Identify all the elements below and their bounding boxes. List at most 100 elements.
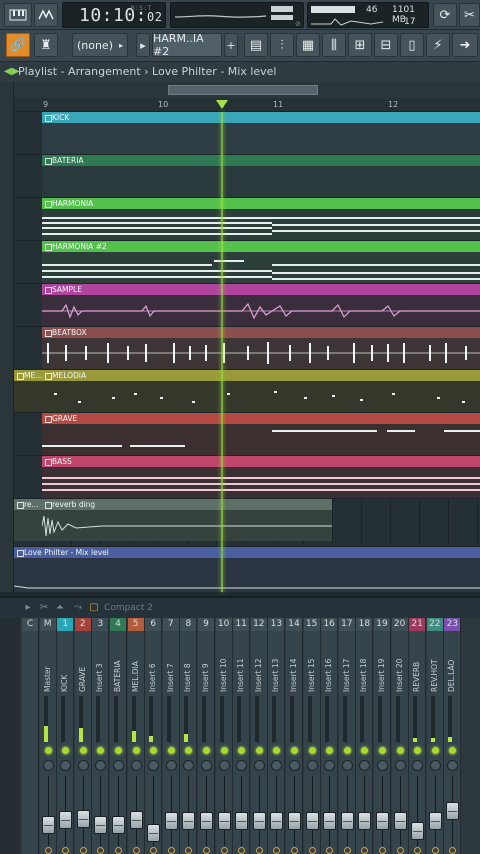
route-icon[interactable] [132, 847, 140, 854]
track-kick[interactable]: KICK [14, 112, 480, 155]
volume-fader[interactable] [323, 812, 337, 830]
route-icon[interactable] [343, 847, 351, 854]
timeline-ruler[interactable]: 9 10 11 12 [14, 98, 480, 112]
playlist-icon[interactable]: ▤ [244, 33, 268, 57]
enable-switch[interactable] [203, 747, 210, 754]
enable-switch[interactable] [62, 747, 70, 754]
route-icon[interactable] [414, 847, 422, 854]
mixer-strip-11[interactable]: 11 Insert 11 [233, 618, 251, 854]
mixer-strip-15[interactable]: 15 Insert 15 [303, 618, 321, 854]
enable-switch[interactable] [115, 747, 122, 754]
track-bateria[interactable]: BATERIA [14, 155, 480, 198]
pan-knob[interactable] [359, 760, 371, 771]
piano-roll-icon[interactable]: ⫶ [270, 33, 294, 57]
route-icon[interactable] [361, 847, 369, 854]
mixer-tools-icon[interactable]: ✂ [38, 602, 50, 614]
enable-switch[interactable] [361, 747, 369, 754]
enable-switch[interactable] [431, 747, 439, 754]
playlist-title-bar[interactable]: ◀▶ Playlist - Arrangement › Love Philter… [0, 62, 480, 82]
enable-switch[interactable] [291, 747, 298, 754]
volume-fader[interactable] [129, 811, 143, 829]
route-icon[interactable] [150, 847, 158, 854]
clip-beatbox[interactable]: BEATBOX [42, 327, 480, 369]
mixer-strip-17[interactable]: 17 Insert 17 [338, 618, 356, 854]
playlist-tracks[interactable]: KICK BATERIA HARMONIA HARMONIA #2 SAMPLE… [14, 112, 480, 592]
pan-knob[interactable] [113, 760, 124, 771]
clip-harmonia[interactable]: HARMONIA [42, 198, 480, 240]
mixer-strip-6[interactable]: 6 Insert 6 [145, 618, 163, 854]
pan-knob[interactable] [377, 760, 388, 771]
keyboard-icon[interactable] [4, 3, 32, 27]
enable-switch[interactable] [132, 747, 140, 754]
pan-knob[interactable] [324, 760, 336, 771]
mixer-strip-22[interactable]: 22 REV.HOT [426, 618, 444, 854]
reset-icon[interactable]: ⟳ [433, 3, 457, 27]
enable-switch[interactable] [343, 747, 351, 754]
pan-knob[interactable] [306, 760, 318, 771]
pattern-select[interactable]: (none) ▸ [72, 33, 128, 57]
route-icon[interactable] [308, 847, 316, 854]
pan-knob[interactable] [412, 760, 424, 771]
volume-fader[interactable] [411, 822, 425, 840]
track-harmonia[interactable]: HARMONIA [14, 198, 480, 241]
pan-knob[interactable] [218, 760, 230, 771]
mixer-strip-19[interactable]: 19 Insert 19 [374, 618, 391, 854]
track-melodia[interactable]: ME... MELODIA [14, 370, 480, 413]
mixer-strip-m[interactable]: M Master [39, 618, 57, 854]
stamp-icon[interactable]: ♜ [34, 33, 58, 57]
volume-fader[interactable] [305, 812, 319, 830]
pan-knob[interactable] [148, 760, 160, 771]
volume-fader[interactable] [446, 802, 460, 820]
route-icon[interactable] [431, 847, 439, 854]
volume-fader[interactable] [41, 816, 55, 834]
volume-fader[interactable] [270, 812, 284, 830]
add-pattern-button[interactable]: + [224, 33, 238, 57]
mixer-strip-18[interactable]: 18 Insert 18 [356, 618, 374, 854]
enable-switch[interactable] [238, 747, 246, 754]
route-icon[interactable] [326, 847, 334, 854]
mixer-up-icon[interactable]: ⏶ [54, 602, 66, 614]
browser-icon[interactable]: ⊞ [348, 33, 372, 57]
volume-fader[interactable] [200, 812, 213, 830]
clip-sample[interactable]: SAMPLE [42, 284, 480, 326]
clip-automation[interactable]: Love Philter - Mix level [14, 547, 480, 592]
pan-knob[interactable] [271, 760, 283, 771]
song-time-display[interactable]: B:S:T 10:10:02 [62, 2, 166, 28]
channel-rack-icon[interactable]: ▦ [296, 33, 320, 57]
mixer-strip-4[interactable]: 4 BATERIA [110, 618, 127, 854]
track-beatbox[interactable]: BEATBOX [14, 327, 480, 370]
arrangement-overview[interactable] [0, 82, 480, 98]
mixer-preset-label[interactable]: Compact 2 [104, 603, 153, 613]
pattern-arrow-icon[interactable]: ▸ [136, 33, 150, 57]
mixer-arrow-icon[interactable]: ▸ [22, 602, 34, 614]
route-icon[interactable] [220, 847, 228, 854]
pan-knob[interactable] [165, 760, 177, 771]
project-icon[interactable]: ⊟ [374, 33, 398, 57]
mixer-icon[interactable]: ⫼ [322, 33, 346, 57]
render-icon[interactable]: ➜ [452, 33, 478, 57]
route-icon[interactable] [167, 847, 175, 854]
clip-kick[interactable]: KICK [42, 112, 480, 154]
volume-fader[interactable] [428, 812, 442, 830]
mixer-strip-5[interactable]: 5 MEL.DIA [127, 618, 145, 854]
clip-bateria[interactable]: BATERIA [42, 155, 480, 197]
enable-switch[interactable] [255, 747, 263, 754]
route-icon[interactable] [255, 847, 263, 854]
pan-knob[interactable] [429, 760, 441, 771]
clip-bass[interactable]: BASS [42, 456, 480, 498]
volume-fader[interactable] [217, 812, 231, 830]
pan-knob[interactable] [183, 760, 195, 771]
track-grave[interactable]: GRAVE [14, 413, 480, 456]
volume-fader[interactable] [252, 812, 266, 830]
volume-fader[interactable] [358, 812, 372, 830]
mixer-strip-8[interactable]: 8 Insert 8 [180, 618, 198, 854]
clip-melodia[interactable]: MELODIA [42, 370, 480, 412]
mixer-strip-3[interactable]: 3 Insert 3 [92, 618, 110, 854]
pan-knob[interactable] [201, 760, 212, 771]
volume-fader[interactable] [235, 812, 249, 830]
route-icon[interactable] [291, 847, 298, 854]
enable-switch[interactable] [185, 747, 193, 754]
route-icon[interactable] [396, 847, 404, 854]
track-reverb-ding[interactable]: re... reverb ding [14, 499, 480, 547]
enable-switch[interactable] [79, 747, 87, 754]
